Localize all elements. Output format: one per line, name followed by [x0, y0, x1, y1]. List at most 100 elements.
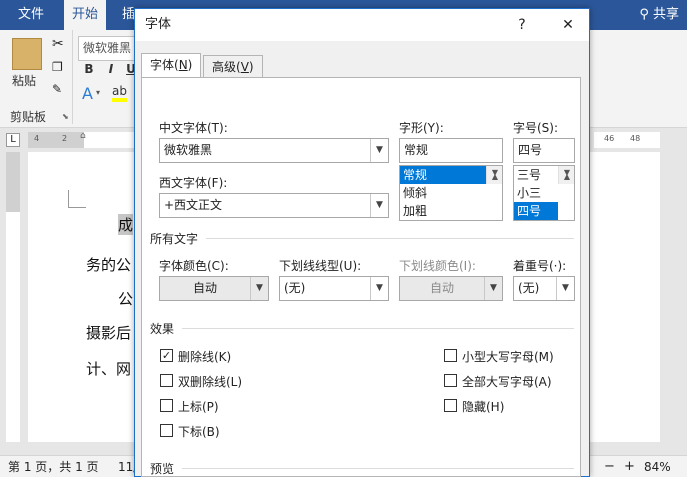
ruler-tick: 46 [604, 134, 615, 143]
paste-label[interactable]: 粘贴 [12, 72, 36, 89]
tab-selector[interactable]: L [6, 133, 20, 147]
strikethrough-checkbox[interactable]: ✓ [160, 349, 173, 362]
tab-font[interactable]: 字体(N) [141, 53, 202, 79]
tab-file[interactable]: 文件 [10, 0, 52, 30]
chevron-down-icon: ▼ [370, 194, 388, 217]
emphasis-value: (无) [518, 281, 540, 295]
close-button[interactable]: ✕ [553, 9, 583, 41]
size-label: 字号(S): [513, 121, 559, 135]
list-item[interactable]: 加粗 [400, 202, 502, 220]
chinese-font-select[interactable]: 微软雅黑 ▼ [159, 138, 389, 163]
style-input[interactable]: 常规 [399, 138, 503, 163]
divider [206, 238, 574, 239]
dialog-launcher-icon[interactable]: ⬊ [62, 112, 69, 121]
ruler-tick: 4 [34, 134, 40, 143]
tab-home[interactable]: 开始 [64, 0, 107, 30]
vruler-margin [6, 152, 20, 212]
scrollbar[interactable]: ▲ ▼ [486, 166, 502, 184]
highlight-icon[interactable]: ab [112, 84, 127, 102]
vertical-ruler [0, 152, 24, 442]
chevron-down-icon: ▼ [484, 277, 502, 300]
format-painter-icon[interactable]: ✎ [52, 82, 62, 96]
bold-button[interactable]: B [80, 62, 98, 76]
chinese-font-value: 微软雅黑 [164, 143, 213, 157]
chevron-down-icon: ▼ [370, 277, 388, 300]
document-page[interactable]: 成 务的公 公 摄影后 计、网 [28, 152, 136, 442]
chevron-down-icon: ▼ [250, 277, 268, 300]
subscript-checkbox[interactable] [160, 424, 173, 437]
all-caps-checkbox[interactable] [444, 374, 457, 387]
page-count[interactable]: 第 1 页，共 1 页 [8, 456, 99, 477]
font-color-label: 字体颜色(C): [159, 259, 229, 273]
tab-font-paren: ) [187, 58, 193, 72]
list-item[interactable]: 常规 [400, 166, 486, 184]
copy-icon[interactable]: ❐ [52, 60, 63, 74]
share-label: 共享 [652, 7, 679, 22]
doc-line: 务的公 [86, 256, 132, 274]
ruler-tick: 48 [630, 134, 641, 143]
list-item[interactable]: 小三 [514, 184, 574, 202]
doc-line: 摄影后 [86, 324, 132, 342]
chevron-down-icon: ▼ [556, 277, 574, 300]
list-item[interactable]: 倾斜 [400, 184, 502, 202]
tab-advanced[interactable]: 高级(V) [203, 55, 263, 79]
underline-color-select[interactable]: 自动 ▼ [399, 276, 503, 301]
all-caps-label[interactable]: 全部大写字母(A) [462, 373, 552, 390]
scrollbar[interactable] [666, 152, 687, 442]
chevron-down-icon[interactable]: ▾ [96, 88, 100, 97]
double-strikethrough-checkbox[interactable] [160, 374, 173, 387]
document-page-right [590, 152, 660, 442]
italic-button[interactable]: I [102, 62, 120, 76]
help-button[interactable]: ? [507, 9, 537, 41]
scrollbar[interactable]: ▲ ▼ [558, 166, 574, 184]
doc-line: 公 [118, 290, 134, 308]
margin-corner [68, 190, 86, 208]
underline-style-value: (无) [284, 281, 306, 295]
zoom-in-icon[interactable]: + [624, 456, 635, 477]
share-button[interactable]: ⚲ 共享 [639, 0, 679, 30]
tab-font-label: 字体( [150, 58, 179, 72]
underline-style-select[interactable]: (无) ▼ [279, 276, 389, 301]
chinese-font-label: 中文字体(T): [159, 121, 228, 135]
small-caps-checkbox[interactable] [444, 349, 457, 362]
effects-header: 效果 [150, 322, 175, 336]
zoom-out-icon[interactable]: − [604, 456, 615, 477]
indent-marker-icon[interactable]: ⌂ [80, 131, 86, 141]
style-list[interactable]: 常规 倾斜 加粗 ▲ ▼ [399, 165, 503, 221]
divider [182, 328, 574, 329]
font-color-select[interactable]: 自动 ▼ [159, 276, 269, 301]
scroll-down-icon[interactable]: ▼ [559, 164, 575, 182]
cut-icon[interactable]: ✂ [52, 36, 64, 52]
divider [182, 468, 574, 469]
size-input[interactable]: 四号 [513, 138, 575, 163]
western-font-select[interactable]: +西文正文 ▼ [159, 193, 389, 218]
hidden-label[interactable]: 隐藏(H) [462, 398, 504, 415]
tab-font-key: N [178, 58, 188, 72]
ribbon-font-box[interactable]: 微软雅黑 [78, 36, 138, 61]
text-effects-icon[interactable]: A [82, 84, 93, 103]
list-item[interactable]: 四号 [514, 202, 558, 220]
preview-header: 预览 [150, 462, 175, 476]
emphasis-select[interactable]: (无) ▼ [513, 276, 575, 301]
emphasis-label: 着重号(·): [513, 259, 567, 273]
scroll-down-icon[interactable]: ▼ [487, 164, 503, 182]
zoom-level[interactable]: 84% [644, 456, 671, 477]
style-label: 字形(Y): [399, 121, 444, 135]
chevron-down-icon: ▼ [370, 139, 388, 162]
user-icon: ⚲ [639, 7, 649, 22]
western-font-label: 西文字体(F): [159, 176, 228, 190]
hidden-checkbox[interactable] [444, 399, 457, 412]
vruler-body [6, 212, 20, 442]
superscript-checkbox[interactable] [160, 399, 173, 412]
size-list[interactable]: 三号 小三 四号 ▲ ▼ [513, 165, 575, 221]
ruler-body [84, 132, 136, 148]
underline-color-label: 下划线颜色(I): [399, 259, 476, 273]
double-strikethrough-label[interactable]: 双删除线(L) [178, 373, 242, 390]
subscript-label[interactable]: 下标(B) [178, 423, 220, 440]
all-text-header: 所有文字 [150, 232, 199, 246]
paste-icon[interactable] [12, 38, 42, 70]
small-caps-label[interactable]: 小型大写字母(M) [462, 348, 554, 365]
doc-line: 计、网 [86, 360, 132, 378]
superscript-label[interactable]: 上标(P) [178, 398, 219, 415]
strikethrough-label[interactable]: 删除线(K) [178, 348, 231, 365]
